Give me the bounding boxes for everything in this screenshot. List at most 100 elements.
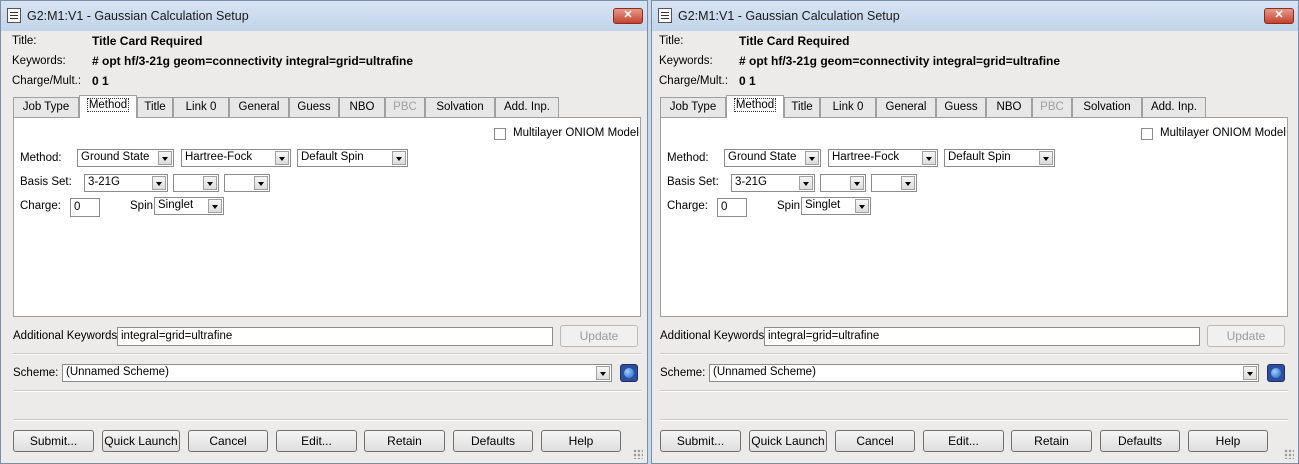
keywords-label: Keywords: [659,55,713,67]
scheme-select[interactable]: (Unnamed Scheme) [709,364,1259,382]
quick-launch-button[interactable]: Quick Launch [749,430,827,452]
cancel-button[interactable]: Cancel [835,430,915,452]
spin-value: Singlet [805,199,841,211]
tab-nbo[interactable]: NBO [986,97,1032,117]
charge-mult-label: Charge/Mult.: [659,75,729,87]
window-titlebar[interactable]: G2:M1:V1 - Gaussian Calculation Setup ✕ [1,1,647,31]
submit-button[interactable]: Submit... [660,430,741,452]
method-spin-value: Default Spin [301,151,364,163]
basis-set-select[interactable]: 3-21G [84,174,168,192]
basis-diffuse-select[interactable] [224,174,270,192]
tab-method[interactable]: Method [726,95,784,118]
retain-button[interactable]: Retain [1011,430,1092,452]
method-spin-select[interactable]: Default Spin [944,149,1055,167]
charge-input[interactable]: 0 [70,198,100,217]
close-button[interactable]: ✕ [613,8,643,24]
method-spin-select[interactable]: Default Spin [297,149,408,167]
basis-diffuse-select[interactable] [871,174,917,192]
spin-select[interactable]: Singlet [154,197,224,215]
chevron-down-icon [596,366,610,380]
charge-input[interactable]: 0 [717,198,747,217]
tab-general[interactable]: General [229,97,289,117]
basis-set-label: Basis Set: [667,176,719,188]
resize-grip[interactable] [1284,449,1294,459]
method-state-select[interactable]: Ground State [77,149,174,167]
title-label: Title: [659,35,684,47]
spin-label: Spin: [130,200,157,212]
basis-set-select[interactable]: 3-21G [731,174,815,192]
cancel-button[interactable]: Cancel [188,430,268,452]
spin-select[interactable]: Singlet [801,197,871,215]
help-button[interactable]: Help [1188,430,1268,452]
method-state-value: Ground State [81,151,150,163]
update-button[interactable]: Update [1207,325,1285,347]
window-title: G2:M1:V1 - Gaussian Calculation Setup [678,9,900,23]
additional-keywords-input[interactable]: integral=grid=ultrafine [764,327,1200,346]
tab-method-label: Method [733,98,777,112]
tab-title[interactable]: Title [784,97,820,117]
keywords-value: # opt hf/3-21g geom=connectivity integra… [92,54,414,68]
tab-solvation[interactable]: Solvation [425,97,495,117]
scheme-select[interactable]: (Unnamed Scheme) [62,364,612,382]
additional-keywords-input[interactable]: integral=grid=ultrafine [117,327,553,346]
tab-link0[interactable]: Link 0 [173,97,229,117]
window-titlebar[interactable]: G2:M1:V1 - Gaussian Calculation Setup ✕ [652,1,1298,31]
tab-title[interactable]: Title [137,97,173,117]
spin-value: Singlet [158,199,194,211]
oniom-checkbox[interactable] [1141,128,1153,140]
chevron-down-icon [855,199,869,213]
chevron-down-icon [254,176,268,190]
basis-set-value: 3-21G [735,176,767,188]
method-type-select[interactable]: Hartree-Fock [181,149,291,167]
tab-add-inp[interactable]: Add. Inp. [1142,97,1206,117]
basis-set-value: 3-21G [88,176,120,188]
quick-launch-button[interactable]: Quick Launch [102,430,180,452]
additional-keywords-label: Additional Keywords: [13,330,121,342]
edit-button[interactable]: Edit... [276,430,357,452]
tab-job-type[interactable]: Job Type [13,97,79,117]
method-panel: Multilayer ONIOM Model Method: Ground St… [13,117,641,317]
document-icon [7,8,21,23]
tab-job-type[interactable]: Job Type [660,97,726,117]
oniom-checkbox[interactable] [494,128,506,140]
divider [660,419,1288,421]
defaults-button[interactable]: Defaults [1100,430,1180,452]
tab-add-inp[interactable]: Add. Inp. [495,97,559,117]
tab-guess[interactable]: Guess [289,97,339,117]
chevron-down-icon [850,176,864,190]
basis-polarization-select[interactable] [820,174,866,192]
method-type-select[interactable]: Hartree-Fock [828,149,938,167]
method-state-select[interactable]: Ground State [724,149,821,167]
spin-label: Spin: [777,200,804,212]
charge-mult-value: 0 1 [739,74,756,88]
submit-button[interactable]: Submit... [13,430,94,452]
chevron-down-icon [275,151,289,165]
tab-link0[interactable]: Link 0 [820,97,876,117]
oniom-label: Multilayer ONIOM Model [1160,127,1286,139]
keywords-value: # opt hf/3-21g geom=connectivity integra… [739,54,1061,68]
retain-button[interactable]: Retain [364,430,445,452]
tab-method[interactable]: Method [79,95,137,118]
tab-method-label: Method [86,98,130,112]
help-button[interactable]: Help [541,430,621,452]
tab-pbc: PBC [1032,97,1072,117]
tab-general[interactable]: General [876,97,936,117]
charge-label: Charge: [20,200,61,212]
tab-guess[interactable]: Guess [936,97,986,117]
chevron-down-icon [1243,366,1257,380]
defaults-button[interactable]: Defaults [453,430,533,452]
resize-grip[interactable] [633,449,643,459]
globe-icon[interactable] [620,364,638,382]
close-button[interactable]: ✕ [1264,8,1294,24]
tab-pbc: PBC [385,97,425,117]
title-value: Title Card Required [739,34,850,48]
divider [13,419,641,421]
globe-icon[interactable] [1267,364,1285,382]
additional-keywords-label: Additional Keywords: [660,330,768,342]
tab-solvation[interactable]: Solvation [1072,97,1142,117]
update-button[interactable]: Update [560,325,638,347]
document-icon [658,8,672,23]
edit-button[interactable]: Edit... [923,430,1004,452]
basis-polarization-select[interactable] [173,174,219,192]
tab-nbo[interactable]: NBO [339,97,385,117]
